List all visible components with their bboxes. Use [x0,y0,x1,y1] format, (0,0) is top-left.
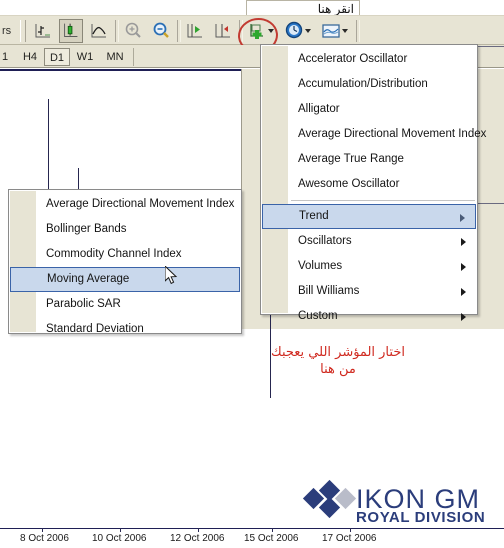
clock-icon [285,21,303,39]
annotation-line-1: اختار المؤشر اللي يعجبك [271,345,405,360]
menu-item-accumulation-distribution[interactable]: Accumulation/Distribution [262,72,476,97]
toolbar-truncated-label: rs [2,25,12,37]
menu-item-average-true-range[interactable]: Average True Range [262,147,476,172]
submenu-item-moving-average[interactable]: Moving Average [10,267,240,292]
timeframe-tab-mn[interactable]: MN [100,48,130,66]
zoom-in-button[interactable] [121,19,145,43]
date-axis-label: 8 Oct 2006 [20,533,69,544]
zoom-out-icon [153,22,169,38]
logo-secondary-text: ROYAL DIVISION [356,509,486,526]
bar-chart-button[interactable] [31,19,55,43]
submenu-item-label: Moving Average [47,273,130,285]
submenu-item-parabolic-sar[interactable]: Parabolic SAR [10,292,240,317]
menu-item-label: Average True Range [298,153,404,165]
callout-click-here-text: انقر هنا [317,2,354,16]
date-axis-tick [120,528,121,532]
zoom-out-button[interactable] [149,19,173,43]
menu-item-average-directional-movement-index[interactable]: Average Directional Movement Index [262,122,486,147]
chevron-right-icon [461,263,466,271]
menu-item-label: Awesome Oscillator [298,178,400,190]
periodicity-dropdown-arrow[interactable] [305,29,311,33]
chart-top-border [0,69,242,71]
menu-item-label: Average Directional Movement Index [298,128,487,140]
submenu-item-label: Standard Deviation [46,323,144,335]
indicators-menu[interactable]: Accelerator Oscillator Accumulation/Dist… [260,44,486,322]
timeframe-tab-w1[interactable]: W1 [70,48,100,66]
cursor-arrow-icon [164,264,178,285]
menu-item-label: Custom [298,310,338,322]
annotation-line-2: من هنا [320,362,356,377]
chart-shift-icon [215,24,230,38]
submenu-item-label: Bollinger Bands [46,223,127,235]
menu-item-custom[interactable]: Custom [262,304,476,329]
menu-item-bill-williams[interactable]: Bill Williams [262,279,476,304]
chevron-right-icon [461,238,466,246]
date-axis-tick [272,528,273,532]
chevron-right-icon [461,288,466,296]
menu-item-alligator[interactable]: Alligator [262,97,476,122]
submenu-item-label: Commodity Channel Index [46,248,182,260]
date-axis-tick [198,528,199,532]
timeframe-tab-d1[interactable]: D1 [44,48,70,66]
bar-chart-icon [35,24,50,38]
submenu-item-commodity-channel-index[interactable]: Commodity Channel Index [10,242,240,267]
submenu-item-standard-deviation[interactable]: Standard Deviation [10,317,240,342]
menu-item-label: Accelerator Oscillator [298,53,408,65]
templates-button[interactable] [319,19,343,43]
date-axis-label: 12 Oct 2006 [170,533,225,544]
periodicity-button[interactable] [282,19,306,43]
chevron-right-icon [461,313,466,321]
mt4-chart-window: انقر هنا rs 1 H4 D1 W1 MN 8 Oct 2006 10 … [0,0,504,548]
menu-item-oscillators[interactable]: Oscillators [262,229,476,254]
zoom-in-icon [125,22,141,38]
menu-item-label: Oscillators [298,235,352,247]
mouse-cursor [164,264,179,286]
menu-item-trend[interactable]: Trend [262,204,476,229]
chart-shift-button[interactable] [211,19,235,43]
auto-scroll-icon [187,24,202,38]
timeframe-separator [133,48,134,66]
ikon-gm-logo: IKON GM ROYAL DIVISION [300,479,500,529]
templates-icon [322,24,340,38]
menu-divider [291,200,475,201]
menu-item-label: Alligator [298,103,340,115]
templates-dropdown-arrow[interactable] [342,29,348,33]
submenu-item-label: Parabolic SAR [46,298,121,310]
menu-item-accelerator-oscillator[interactable]: Accelerator Oscillator [262,47,476,72]
submenu-item-average-directional-movement-index[interactable]: Average Directional Movement Index [10,192,240,217]
toolbar-grip[interactable] [20,20,26,42]
menu-item-volumes[interactable]: Volumes [262,254,476,279]
submenu-item-label: Average Directional Movement Index [46,198,235,210]
date-axis-label: 10 Oct 2006 [92,533,147,544]
line-chart-button[interactable] [87,19,111,43]
candlestick-icon [64,23,78,37]
timeframe-tab-h4[interactable]: H4 [16,48,44,66]
date-axis-label: 17 Oct 2006 [322,533,377,544]
menu-item-label: Trend [299,210,329,222]
timeframe-tab-1[interactable]: 1 [0,48,14,66]
menu-item-label: Bill Williams [298,285,360,297]
auto-scroll-button[interactable] [183,19,207,43]
annotation-choose-indicator: اختار المؤشر اللي يعجبك من هنا [258,344,418,378]
menu-item-awesome-oscillator[interactable]: Awesome Oscillator [262,172,476,197]
submenu-item-bollinger-bands[interactable]: Bollinger Bands [10,217,240,242]
menu-item-label: Volumes [298,260,343,272]
date-axis-tick [42,528,43,532]
menu-item-label: Accumulation/Distribution [298,78,428,90]
trend-submenu[interactable]: Average Directional Movement Index Bolli… [8,189,242,335]
chevron-right-icon [460,214,465,222]
candlestick-chart-button[interactable] [59,19,83,43]
date-axis-label: 15 Oct 2006 [244,533,299,544]
line-chart-icon [91,24,106,38]
